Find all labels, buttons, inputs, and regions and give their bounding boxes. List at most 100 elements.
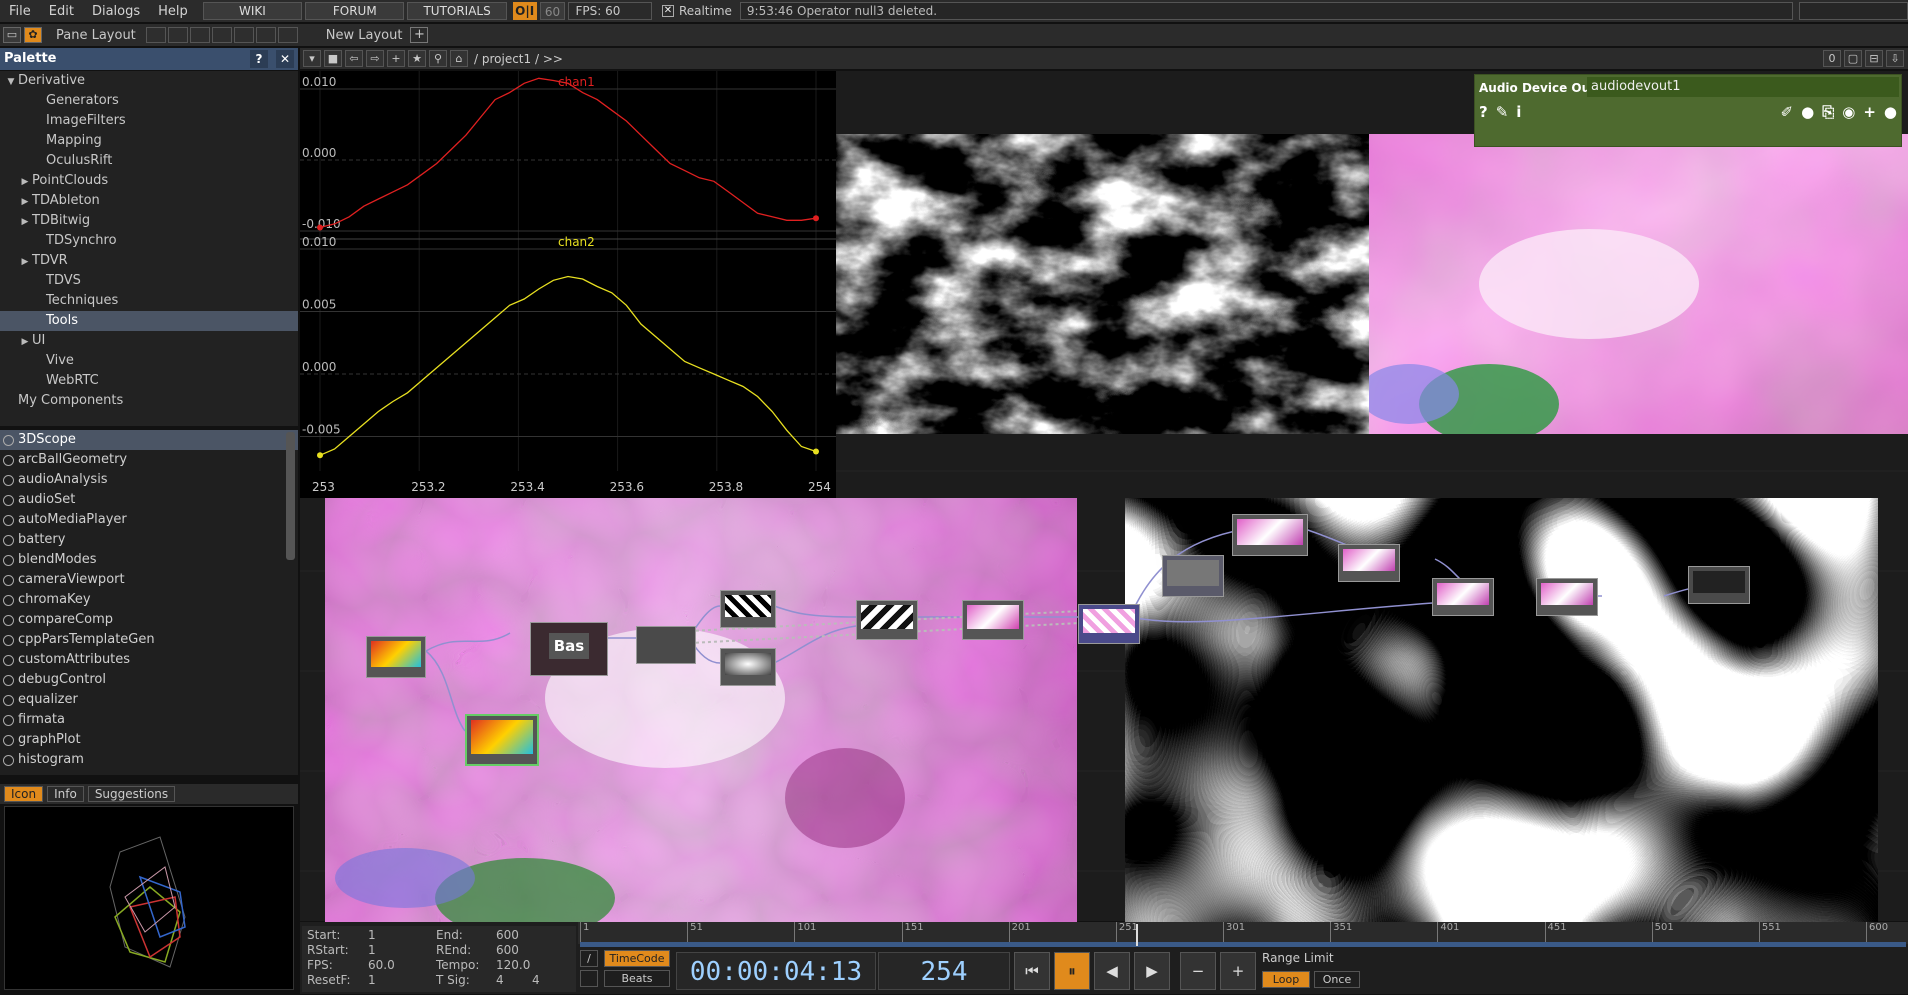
component-list-scrollbar[interactable] (286, 432, 295, 560)
component-item[interactable]: arcBallGeometry (0, 450, 298, 470)
layout-preset-7[interactable] (277, 27, 298, 43)
layout-icon[interactable]: ▭ (3, 27, 21, 43)
menu-help[interactable]: Help (149, 4, 197, 19)
beats-button[interactable]: Beats (604, 970, 670, 987)
python-icon[interactable]: ◉ (1842, 103, 1855, 121)
rstart-value[interactable]: 1 (368, 943, 376, 957)
component-item[interactable]: autoMediaPlayer (0, 510, 298, 530)
back-icon[interactable]: ⇦ (345, 50, 363, 67)
pause-button[interactable]: ⏸ (1054, 952, 1090, 990)
rewind-button[interactable]: ⏮ (1014, 952, 1050, 990)
palette-tree-item[interactable]: Mapping (0, 131, 298, 151)
op-node-moviefilein[interactable] (366, 636, 426, 678)
once-button[interactable]: Once (1314, 971, 1360, 988)
palette-tree-item[interactable]: Techniques (0, 291, 298, 311)
oi-toggle[interactable]: O|I (512, 2, 537, 20)
expand-icon[interactable]: ▶ (18, 252, 32, 272)
component-item[interactable]: customAttributes (0, 650, 298, 670)
timeline-ruler[interactable]: 1 51 101 151 201 251 301 351 401 451 501 551 600 (578, 922, 1908, 944)
component-item[interactable]: blendModes (0, 550, 298, 570)
palette-tree-item[interactable]: My Components (0, 391, 298, 411)
component-item[interactable]: cppParsTemplateGen (0, 630, 298, 650)
pink-composite-viewer[interactable] (325, 498, 1077, 938)
op-node-comp1[interactable] (962, 600, 1024, 640)
help-icon[interactable]: ? (1479, 103, 1488, 121)
palette-tree-item[interactable]: Vive (0, 351, 298, 371)
layout-preset-6[interactable] (255, 27, 276, 43)
blob-viewer[interactable] (1125, 498, 1878, 922)
forum-button[interactable]: FORUM (305, 2, 405, 20)
layout-preset-2[interactable] (167, 27, 188, 43)
pin-icon[interactable]: ⇩ (1886, 50, 1904, 67)
fps-value[interactable]: 60.0 (368, 958, 395, 972)
op-node-noise1[interactable] (720, 590, 776, 628)
component-item[interactable]: equalizer (0, 690, 298, 710)
loop-button[interactable]: Loop (1262, 971, 1310, 988)
palette-tree-item[interactable]: Generators (0, 91, 298, 111)
palette-tree-item[interactable]: WebRTC (0, 371, 298, 391)
tab-info[interactable]: Info (47, 786, 84, 802)
add-operator-icon[interactable]: + (387, 50, 405, 67)
start-value[interactable]: 1 (368, 928, 376, 942)
maximize-icon[interactable]: ▢ (1844, 50, 1862, 67)
wiki-button[interactable]: WIKI (202, 2, 303, 20)
component-item[interactable]: graphPlot (0, 730, 298, 750)
op-node-mirror[interactable] (1162, 555, 1224, 597)
op-node-basic-comp[interactable]: Bas (530, 622, 608, 676)
layout-preset-1[interactable] (145, 27, 166, 43)
op-node-moviefilein-selected[interactable] (465, 714, 539, 766)
component-item[interactable]: battery (0, 530, 298, 550)
component-item[interactable]: audioSet (0, 490, 298, 510)
palette-tree-item[interactable]: ▼ Derivative (0, 71, 298, 91)
faster-button[interactable]: + (1220, 952, 1256, 990)
op-node-blur[interactable] (1338, 544, 1400, 582)
palette-tree-item[interactable]: ▶ PointClouds (0, 171, 298, 191)
component-item[interactable]: debugControl (0, 670, 298, 690)
add-icon[interactable]: + (1863, 103, 1876, 121)
op-node-null[interactable] (636, 626, 696, 664)
playhead[interactable] (1136, 924, 1138, 946)
op-node-moviefileout[interactable] (1688, 566, 1750, 604)
op-node-displace[interactable] (1078, 604, 1140, 644)
palette-tree-item[interactable]: Tools (0, 311, 298, 331)
feedback-viewer[interactable] (1359, 134, 1908, 444)
palette-tree-item[interactable]: OculusRift (0, 151, 298, 171)
slower-button[interactable]: − (1180, 952, 1216, 990)
expand-icon[interactable]: ▶ (18, 332, 32, 352)
expand-icon[interactable]: ▼ (4, 72, 18, 92)
layout-preset-5[interactable] (233, 27, 254, 43)
split-icon[interactable]: ⊟ (1865, 50, 1883, 67)
noise-viewer[interactable] (836, 134, 1369, 434)
palette-tree-item[interactable]: TDSynchro (0, 231, 298, 251)
component-item[interactable]: histogram (0, 750, 298, 770)
forward-icon[interactable]: ⇨ (366, 50, 384, 67)
op-node-feedback[interactable] (1232, 514, 1308, 556)
parent-icon[interactable]: ⌂ (450, 50, 468, 67)
expand-icon[interactable]: ▶ (18, 192, 32, 212)
chop-graph-viewer[interactable]: 0.010 0.000 -0.010 chan1 0.010 0.005 0.000 -0.0… (300, 71, 836, 498)
menu-edit[interactable]: Edit (40, 4, 83, 19)
rend-value[interactable]: 600 (496, 943, 519, 957)
realtime-checkbox[interactable]: ✕ (661, 5, 674, 17)
network-path[interactable]: / project1 / >> (474, 52, 563, 66)
operator-name-field[interactable]: audiodevout1 (1587, 77, 1899, 97)
tsig-denominator[interactable]: 4 (532, 973, 540, 987)
palette-tree-item[interactable]: ▶ UI (0, 331, 298, 351)
component-item[interactable]: compareComp (0, 610, 298, 630)
expand-icon[interactable]: ▶ (18, 172, 32, 192)
component-item[interactable]: chromaKey (0, 590, 298, 610)
flag-dot-icon[interactable]: ● (1884, 103, 1897, 121)
op-node-out1[interactable] (1536, 578, 1598, 616)
timeline-range-bar[interactable] (580, 942, 1906, 947)
tab-suggestions[interactable]: Suggestions (87, 786, 176, 802)
component-item[interactable]: audioAnalysis (0, 470, 298, 490)
timecode-display[interactable]: 00:00:04:13 (676, 952, 876, 990)
op-node-noise2[interactable] (720, 648, 776, 686)
palette-tree-item[interactable]: ImageFilters (0, 111, 298, 131)
palette-tree-item[interactable]: ▶ TDBitwig (0, 211, 298, 231)
new-layout-label[interactable]: New Layout (326, 28, 403, 43)
op-node-switch[interactable] (1432, 578, 1494, 616)
menu-dialogs[interactable]: Dialogs (83, 4, 149, 19)
bookmark-icon[interactable]: ★ (408, 50, 426, 67)
op-node-level[interactable] (856, 600, 918, 640)
